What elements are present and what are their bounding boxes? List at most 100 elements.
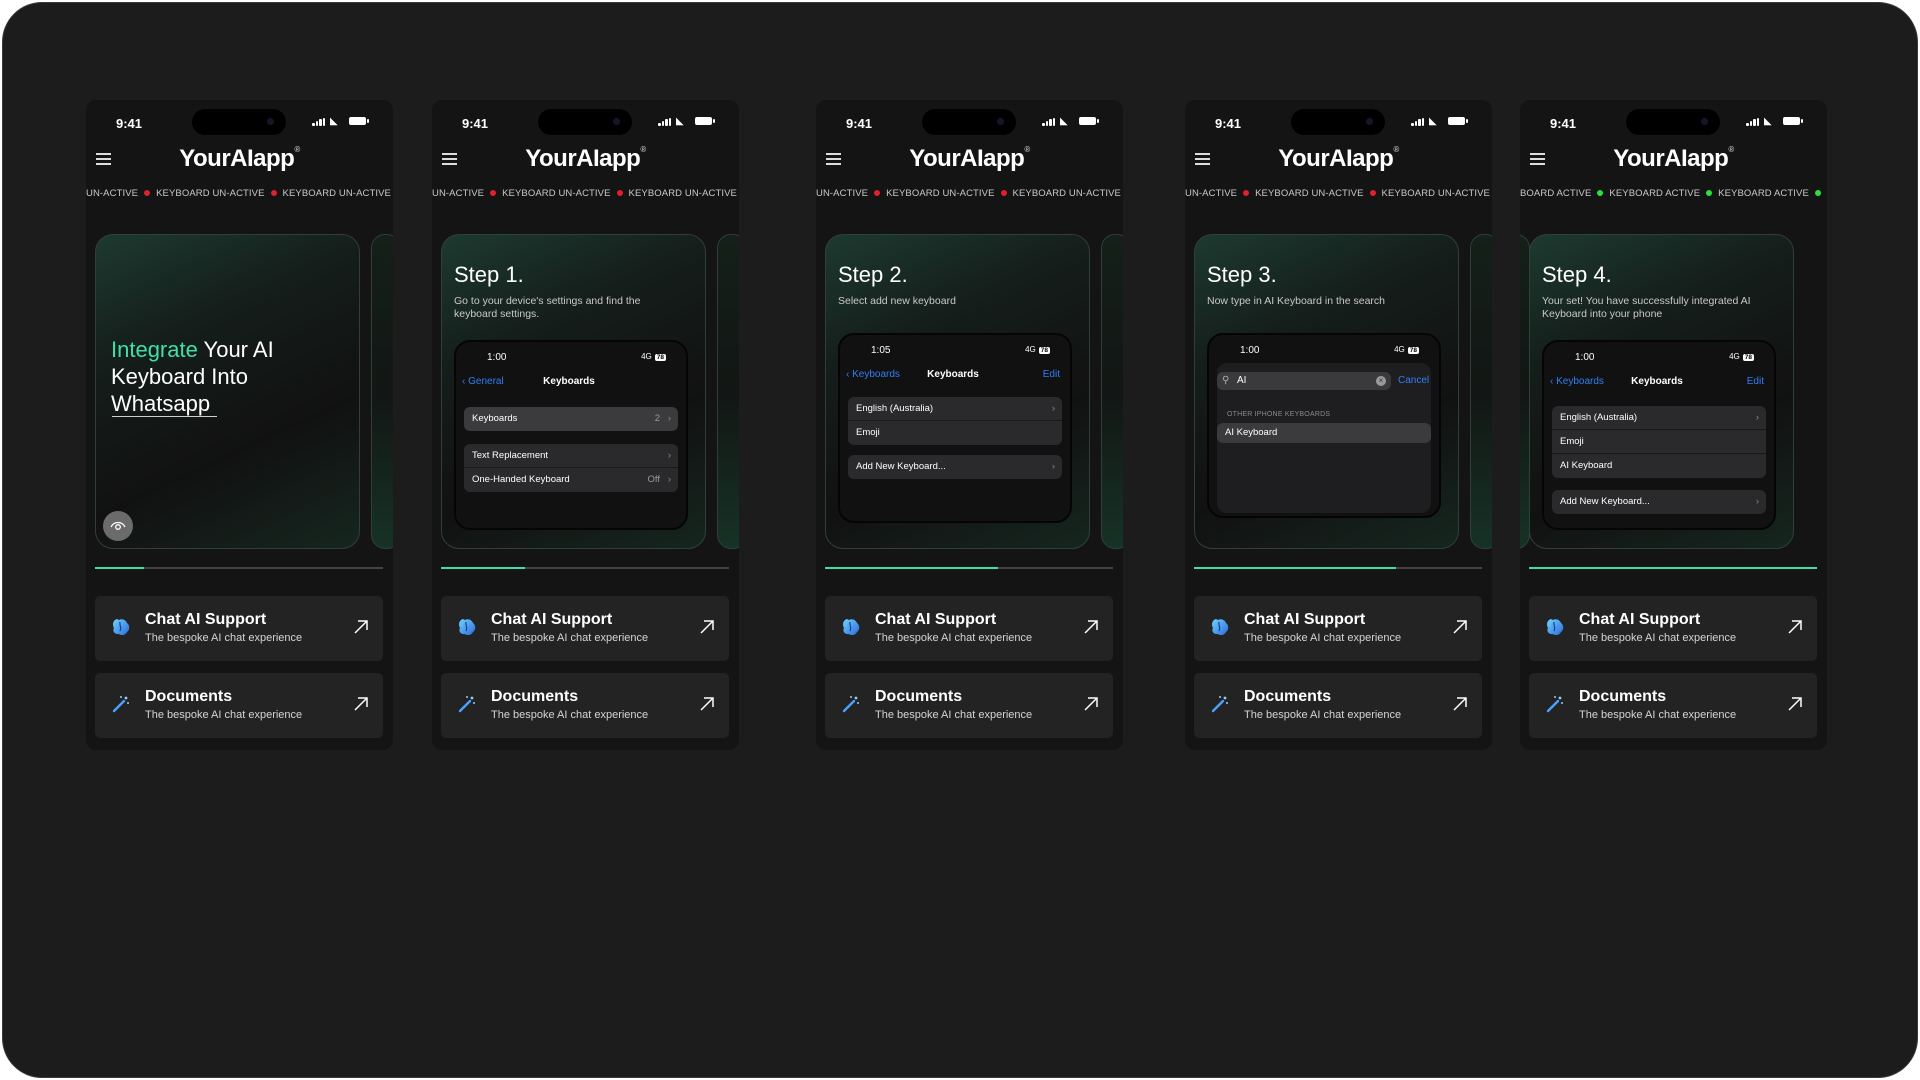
status-dot-icon (1369, 189, 1376, 196)
signal-icon (1411, 118, 1425, 126)
settings-group: Text Replacement › One-Handed Keyboard Off… (464, 444, 678, 492)
feature-card-chat-ai-support[interactable]: Chat AI Support The bespoke AI chat expe… (825, 596, 1113, 661)
wifi-icon: ◣ (1764, 116, 1772, 127)
signal-icon (312, 118, 326, 126)
status-dot-icon (270, 189, 277, 196)
feature-title: Chat AI Support (491, 611, 613, 628)
onboarding-card[interactable]: Step 2. Select add new keyboard 1:05 4G 7… (825, 234, 1090, 549)
status-time: 9:41 (462, 116, 489, 131)
wifi-icon: ◣ (1060, 116, 1068, 127)
eye-icon[interactable] (103, 511, 133, 541)
arrow-up-right-icon[interactable] (1082, 695, 1100, 713)
app-header: YourAIapp® (1520, 140, 1827, 180)
onboarding-progress-bar (1194, 567, 1482, 569)
feature-card-documents[interactable]: Documents The bespoke AI chat experience (95, 673, 383, 738)
feature-title: Chat AI Support (875, 611, 997, 628)
shot-nav: ‹ Keyboards Keyboards Edit (846, 369, 1060, 380)
arrow-up-right-icon[interactable] (1082, 618, 1100, 636)
feature-card-chat-ai-support[interactable]: Chat AI Support The bespoke AI chat expe… (95, 596, 383, 661)
feature-subtitle: The bespoke AI chat experience (1579, 632, 1737, 644)
dynamic-island (1291, 109, 1385, 135)
arrow-up-right-icon[interactable] (352, 695, 370, 713)
arrow-up-right-icon[interactable] (1451, 618, 1469, 636)
add-keyboard-row: Add New Keyboard... › (1552, 490, 1766, 514)
status-dot-icon (1597, 189, 1604, 196)
status-time: 9:41 (1550, 116, 1577, 131)
feature-card-chat-ai-support[interactable]: Chat AI Support The bespoke AI chat expe… (1529, 596, 1817, 661)
feature-card-chat-ai-support[interactable]: Chat AI Support The bespoke AI chat expe… (1194, 596, 1482, 661)
brain-icon (457, 617, 477, 637)
shot-nav: ‹ General Keyboards (462, 376, 595, 387)
dynamic-island (922, 109, 1016, 135)
app-header: YourAIapp® (816, 140, 1123, 180)
status-bar: 9:41 ◣ (816, 100, 1123, 144)
status-bar: 9:41 ◣ (432, 100, 739, 144)
feature-card-documents[interactable]: Documents The bespoke AI chat experience (1194, 673, 1482, 738)
feature-subtitle: The bespoke AI chat experience (491, 709, 649, 721)
status-bar: 9:41 ◣ (1185, 100, 1492, 144)
shot-time: 1:05 (871, 345, 891, 356)
carousel-peek-card (371, 234, 393, 549)
arrow-up-right-icon[interactable] (698, 618, 716, 636)
dynamic-island (192, 109, 286, 135)
arrow-up-right-icon[interactable] (1786, 618, 1804, 636)
feature-title: Chat AI Support (1244, 611, 1366, 628)
step-description: Select add new keyboard (838, 295, 956, 307)
brain-icon (111, 617, 131, 637)
progress-fill (441, 567, 525, 569)
progress-fill (1529, 567, 1817, 569)
arrow-up-right-icon[interactable] (698, 695, 716, 713)
onboarding-card[interactable]: Step 4. Your set! You have successfully … (1529, 234, 1794, 549)
feature-card-documents[interactable]: Documents The bespoke AI chat experience (1529, 673, 1817, 738)
onboarding-progress-bar (825, 567, 1113, 569)
status-dot-icon (1000, 189, 1007, 196)
signal-icon (1042, 118, 1056, 126)
battery-icon (1783, 117, 1803, 125)
settings-screenshot: 1:00 4G 78 ‹ General Keyboards Keyboards 2 ›… (454, 340, 688, 530)
feature-card-documents[interactable]: Documents The bespoke AI chat experience (825, 673, 1113, 738)
onboarding-card[interactable]: Step 3. Now type in AI Keyboard in the s… (1194, 234, 1459, 549)
app-logo: YourAIapp® (909, 145, 1030, 172)
shot-status: 4G 78 (1729, 352, 1754, 361)
search-screenshot: 1:00 4G 78 ⚲ AI × Cancel OTHER IPHONE KEYBO… (1207, 333, 1441, 518)
progress-fill (825, 567, 998, 569)
status-dot-icon (616, 189, 623, 196)
feature-subtitle: The bespoke AI chat experience (875, 632, 1033, 644)
brain-icon (1210, 617, 1230, 637)
progress-fill (95, 567, 144, 569)
feature-title: Chat AI Support (145, 611, 267, 628)
add-keyboard-row: Add New Keyboard... › (848, 455, 1062, 479)
keyboard-status-ticker: UN-ACTIVE KEYBOARD UN-ACTIVE KEYBOARD UN-A… (1185, 188, 1492, 204)
brain-icon (841, 617, 861, 637)
arrow-up-right-icon[interactable] (352, 618, 370, 636)
phone-mockup-3: 9:41 ◣ YourAIapp® UN-ACTIVE KEYBOARD UN-A… (816, 100, 1123, 750)
battery-icon (1079, 117, 1099, 125)
onboarding-card[interactable]: Integrate Your AI Keyboard Into Whatsapp (95, 234, 360, 549)
carousel-peek-card (1470, 234, 1492, 549)
feature-subtitle: The bespoke AI chat experience (875, 709, 1033, 721)
step-title: Step 4. (1542, 262, 1612, 287)
shot-time: 1:00 (487, 352, 507, 363)
arrow-up-right-icon[interactable] (1451, 695, 1469, 713)
intro-title: Integrate Your AI Keyboard Into Whatsapp (111, 337, 274, 416)
magic-wand-icon (841, 694, 861, 714)
step-title: Step 2. (838, 262, 908, 287)
shot-status: 4G 78 (1025, 345, 1050, 354)
step-description: Now type in AI Keyboard in the search (1207, 295, 1386, 307)
battery-icon (695, 117, 715, 125)
feature-card-documents[interactable]: Documents The bespoke AI chat experience (441, 673, 729, 738)
arrow-up-right-icon[interactable] (1786, 695, 1804, 713)
status-time: 9:41 (846, 116, 873, 131)
shot-time: 1:00 (1575, 352, 1595, 363)
status-time: 9:41 (116, 116, 143, 131)
progress-fill (1194, 567, 1396, 569)
shot-time: 1:00 (1240, 345, 1260, 356)
shot-status: 4G 78 (1394, 345, 1419, 354)
app-logo: YourAIapp® (1613, 145, 1734, 172)
feature-title: Chat AI Support (1579, 611, 1701, 628)
wifi-icon: ◣ (1429, 116, 1437, 127)
onboarding-card[interactable]: Step 1. Go to your device's settings and… (441, 234, 706, 549)
title-underline (112, 416, 217, 417)
feature-card-chat-ai-support[interactable]: Chat AI Support The bespoke AI chat expe… (441, 596, 729, 661)
wifi-icon: ◣ (330, 116, 338, 127)
